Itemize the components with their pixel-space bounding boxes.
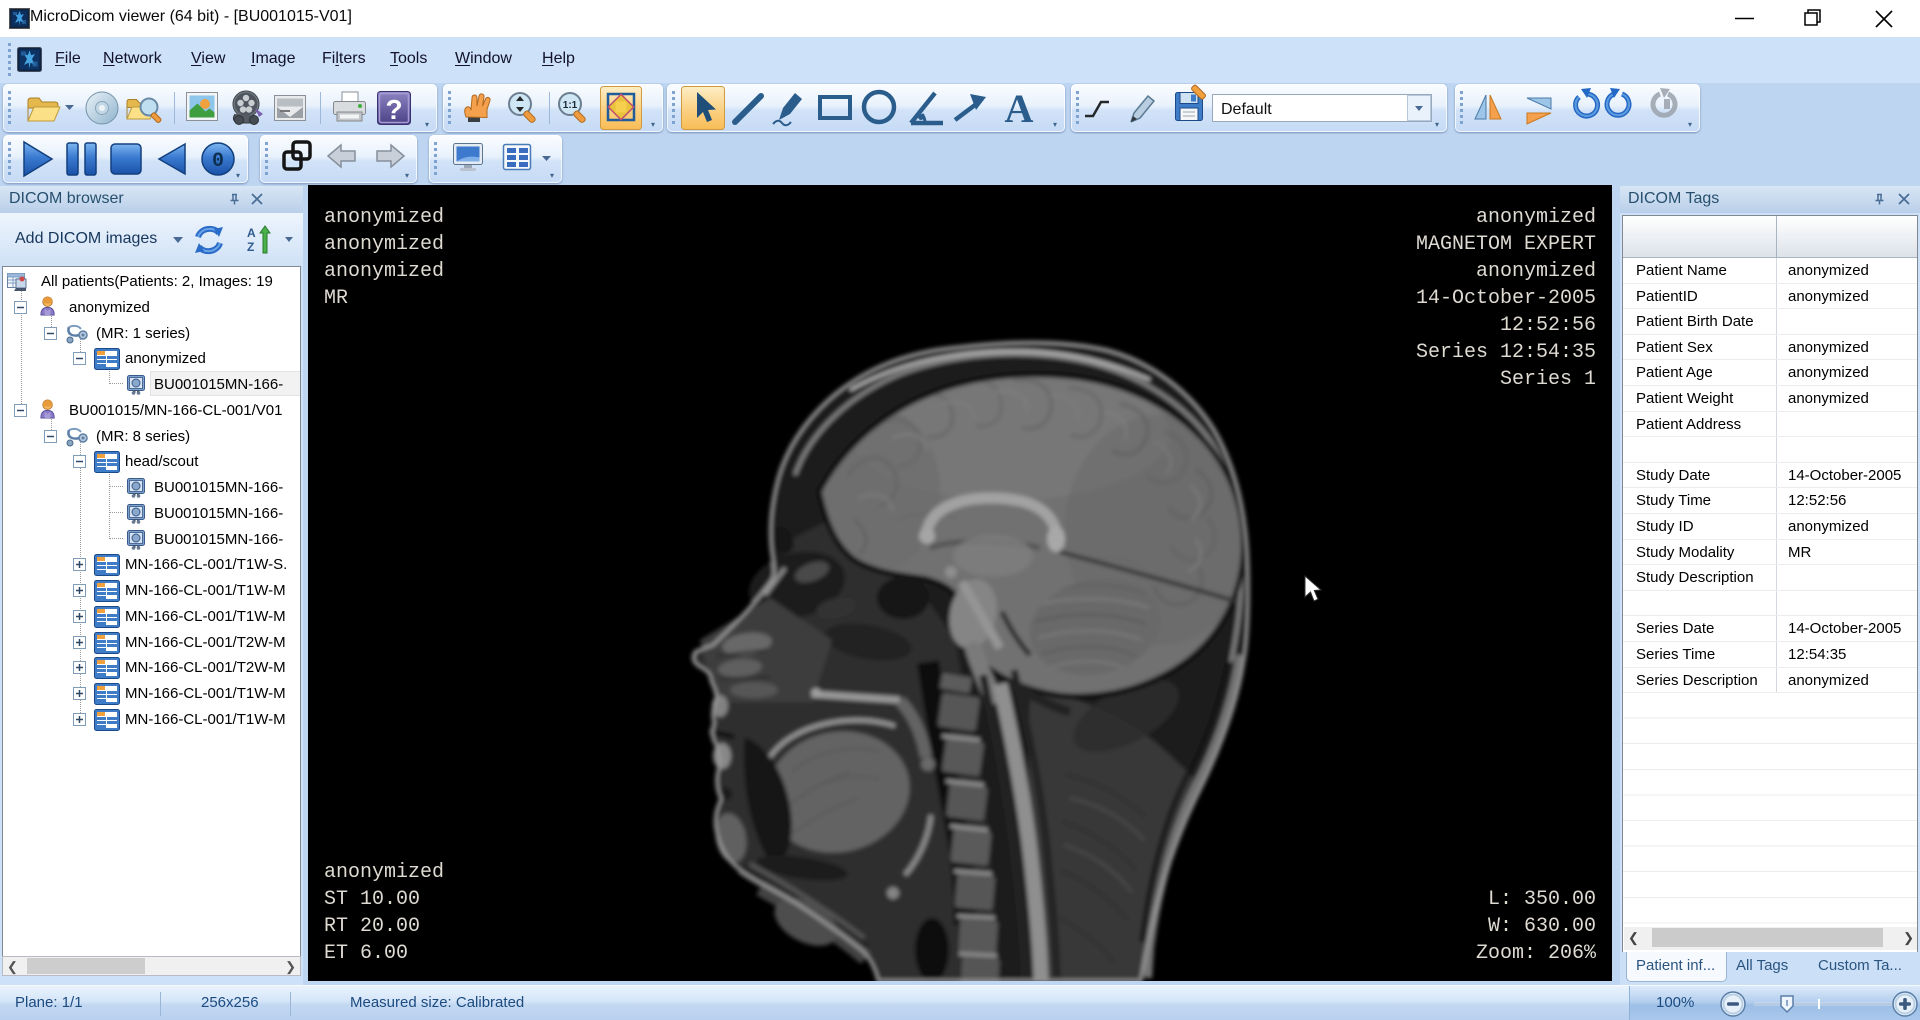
svg-text:A: A <box>247 226 256 240</box>
svg-text:Z: Z <box>247 240 254 254</box>
svg-text:1:1: 1:1 <box>563 100 578 111</box>
svg-text:Default: Default <box>1221 101 1272 118</box>
svg-text:0: 0 <box>212 150 224 173</box>
svg-text:?: ? <box>385 94 402 125</box>
svg-text:A: A <box>1005 86 1034 131</box>
